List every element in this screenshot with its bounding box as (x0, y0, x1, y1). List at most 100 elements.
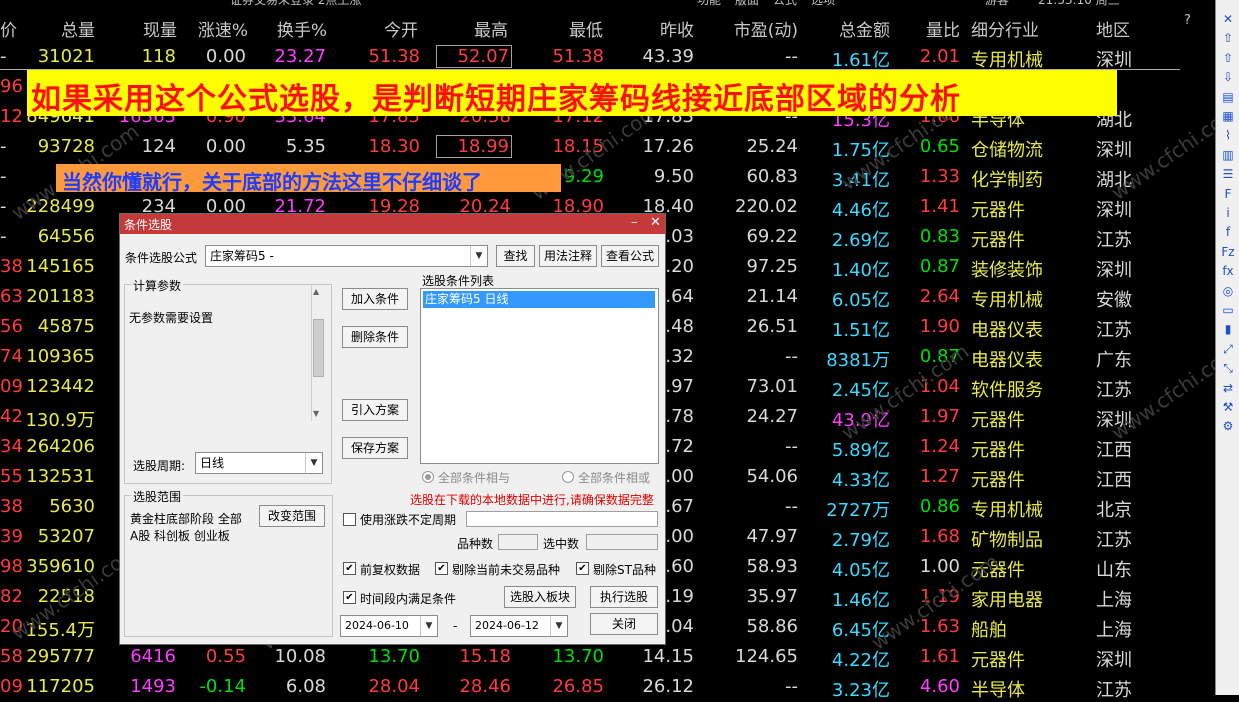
delete-condition-button[interactable]: 删除条件 (342, 326, 408, 348)
list-item[interactable]: 庄家筹码5 日线 (423, 291, 655, 308)
fiz-icon[interactable]: Fz (1220, 245, 1236, 259)
col-open[interactable]: 今开 (360, 16, 418, 41)
target-icon[interactable]: ◎ (1220, 284, 1236, 298)
range-group: 选股范围 黄金柱底部阶段 全部 A股 科创板 创业板 改变范围 (124, 488, 333, 637)
arrow-up-outline-icon[interactable]: ⇧ (1220, 51, 1236, 65)
folder-icon[interactable]: ▭ (1220, 303, 1236, 317)
table-cell: 43.39 (642, 46, 694, 67)
add-condition-button[interactable]: 加入条件 (342, 288, 408, 310)
menu-options[interactable]: 选项 (811, 0, 835, 8)
f10-icon[interactable]: F (1220, 187, 1236, 201)
col-region[interactable]: 地区 (1096, 16, 1130, 41)
tools-icon[interactable]: ⚒ (1220, 400, 1236, 414)
table-cell: 电器仪表 (971, 320, 1043, 341)
col-cur-volume[interactable]: 现量 (125, 16, 177, 41)
col-industry[interactable]: 细分行业 (971, 16, 1039, 41)
dialog-titlebar[interactable]: 条件选股 – ✕ (120, 214, 665, 234)
range-text-1: 黄金柱底部阶段 全部 (130, 512, 242, 526)
table-row[interactable]: - 31021 118 0.00 23.27 51.38 52.07 51.38 43.39 --… (0, 42, 1215, 72)
import-scheme-button[interactable]: 引入方案 (342, 399, 408, 421)
chevron-down-icon[interactable]: ▼ (550, 616, 567, 636)
view-formula-button[interactable]: 查看公式 (601, 245, 659, 267)
f-icon[interactable]: f (1220, 225, 1236, 239)
report-icon[interactable]: ▤ (1220, 90, 1236, 104)
chevron-down-icon[interactable]: ▼ (305, 453, 322, 473)
chevron-down-icon[interactable]: ▼ (470, 246, 487, 266)
date-to-picker[interactable]: 2024-06-12 ▼ (470, 615, 568, 637)
table-row[interactable]: 58 295777 6416 0.55 10.08 13.70 15.18 13.70 14.1… (0, 642, 1215, 672)
gear-icon[interactable]: ⚙ (1220, 419, 1236, 433)
period-select[interactable]: 日线 ▼ (195, 452, 323, 474)
usage-notes-button[interactable]: 用法注释 (539, 245, 597, 267)
scroll-up-icon[interactable]: ▲ (313, 287, 319, 296)
date-from-picker[interactable]: 2024-06-10 ▼ (340, 615, 438, 637)
col-turnover[interactable]: 换手% (265, 16, 327, 41)
arrow-down-outline-icon[interactable]: ⇩ (1220, 70, 1236, 84)
table-icon[interactable]: ▦ (1220, 109, 1236, 123)
info-icon[interactable]: i (1220, 206, 1236, 220)
exclude-untraded-checkbox[interactable]: ✔ (435, 562, 448, 575)
table-cell: 45875 (37, 316, 95, 337)
shrink-icon[interactable]: ⤡ (1220, 361, 1236, 375)
condition-list[interactable]: 庄家筹码5 日线 (420, 288, 659, 464)
col-pe[interactable]: 市盈(动) (720, 16, 798, 41)
table-cell: 5.89亿 (831, 440, 890, 461)
table-cell: 船舶 (971, 620, 1007, 641)
scroll-down-icon[interactable]: ▼ (313, 409, 319, 418)
radio-and[interactable] (422, 471, 434, 483)
params-scrollbar[interactable]: ▲ ▼ (311, 285, 324, 421)
period-condition-checkbox[interactable]: ✔ (343, 591, 356, 604)
table-cell: 24.27 (746, 406, 798, 427)
menu-layout[interactable]: 版面 (735, 0, 759, 8)
table-cell: 09 (0, 376, 23, 397)
find-button[interactable]: 查找 (496, 245, 535, 267)
col-price[interactable]: 价 (0, 16, 17, 41)
exclude-st-checkbox[interactable]: ✔ (576, 562, 589, 575)
forward-adjust-checkbox[interactable]: ✔ (343, 562, 356, 575)
table-cell: 1.33 (919, 166, 960, 187)
irregular-period-checkbox[interactable] (343, 513, 356, 526)
period-input[interactable] (466, 511, 658, 527)
col-speed[interactable]: 涨速% (190, 16, 248, 41)
table-cell: 82 (0, 586, 23, 607)
table-cell: 专用机械 (971, 290, 1043, 311)
chevron-down-icon[interactable]: ▼ (420, 616, 437, 636)
close-icon[interactable]: ✕ (1220, 12, 1236, 26)
table-cell: 6416 (130, 646, 176, 667)
export-icon[interactable]: ⇄ (1220, 381, 1236, 395)
save-scheme-button[interactable]: 保存方案 (342, 437, 408, 459)
col-low[interactable]: 最低 (545, 16, 603, 41)
col-amount[interactable]: 总金额 (815, 16, 890, 41)
arrow-up-icon[interactable]: ⇧ (1220, 31, 1236, 45)
change-range-button[interactable]: 改变范围 (259, 505, 325, 527)
col-volume[interactable]: 总量 (40, 16, 95, 41)
line-chart-icon[interactable]: ⌇ (1220, 128, 1236, 142)
menu-function[interactable]: 功能 (697, 0, 721, 8)
vol-icon[interactable]: ▮ (1220, 322, 1236, 336)
add-to-block-button[interactable]: 选股入板块 (504, 586, 576, 608)
close-button[interactable]: 关闭 (590, 613, 658, 635)
right-toolbar: ✕ ⇧ ⇧ ⇩ ▤ ▦ ⌇ ▥ ☰ Fi f Fz fx ◎ ▭ ▮ ⤢ ⤡ ⇄ ⚒ ⚙ (1215, 0, 1239, 695)
radio-or[interactable] (562, 471, 574, 483)
close-icon[interactable]: ✕ (650, 215, 661, 230)
radio-and-label: 全部条件相与 (438, 471, 511, 485)
col-vol-ratio[interactable]: 量比 (900, 16, 960, 41)
table-row[interactable]: 09 117205 1493 -0.14 6.08 28.04 28.46 26.85 26.1… (0, 672, 1215, 702)
minimize-icon[interactable]: – (631, 215, 638, 230)
execute-screening-button[interactable]: 执行选股 (590, 586, 658, 608)
table-cell: 2727万 (826, 500, 890, 521)
table-cell: 130.9万 (25, 410, 95, 431)
formula-select[interactable]: 庄家筹码5 - ▼ (205, 245, 488, 267)
table-cell: 广东 (1096, 350, 1132, 371)
bar-chart-icon[interactable]: ▥ (1220, 148, 1236, 162)
col-high[interactable]: 最高 (450, 16, 508, 41)
table-cell: 97.25 (746, 256, 798, 277)
table-cell: 14.15 (642, 646, 694, 667)
list-icon[interactable]: ☰ (1220, 167, 1236, 181)
col-prev-close[interactable]: 昨收 (636, 16, 694, 41)
menu-formula[interactable]: 公式 (773, 0, 797, 8)
table-cell: 25.24 (746, 136, 798, 157)
fx-icon[interactable]: fx (1220, 264, 1236, 278)
expand-icon[interactable]: ⤢ (1220, 342, 1236, 356)
scroll-thumb[interactable] (313, 319, 324, 377)
